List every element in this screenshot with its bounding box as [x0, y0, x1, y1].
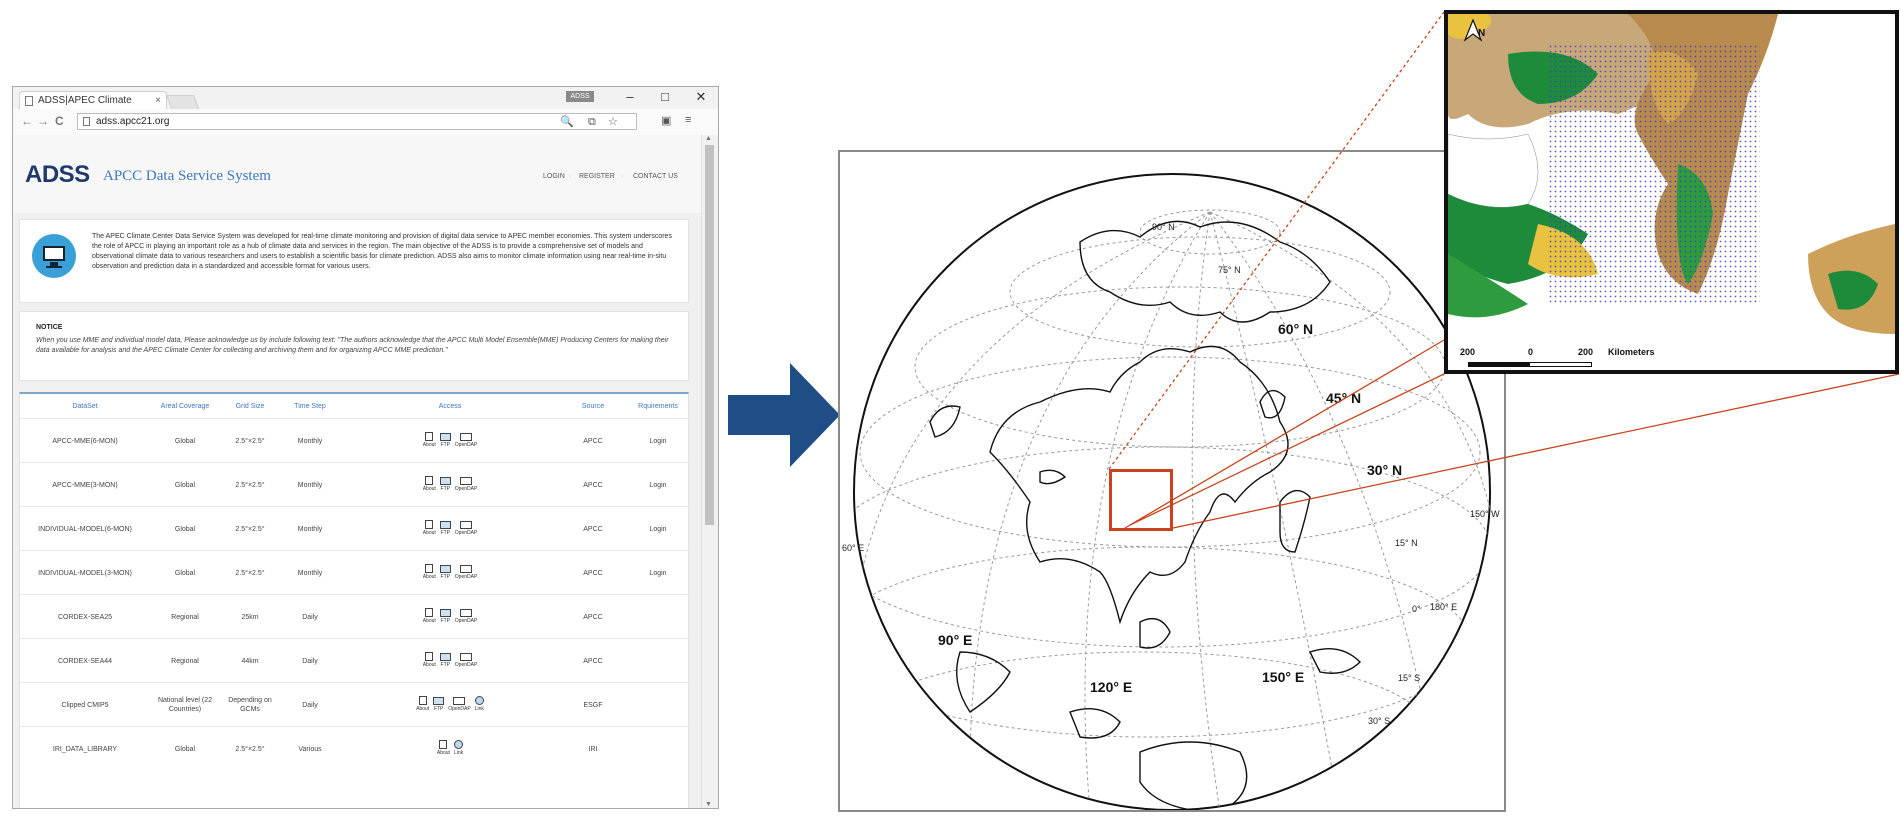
- korea-inset-map: N 200 0 200 Kilometers: [1444, 10, 1899, 374]
- scale-bar: [1468, 362, 1592, 367]
- scale-label-kilometers: Kilometers: [1608, 347, 1655, 357]
- scale-label-200-left: 200: [1460, 347, 1476, 357]
- scale-label-0: 0: [1528, 347, 1534, 357]
- scale-label-200-right: 200: [1578, 347, 1594, 357]
- north-label: N: [1478, 28, 1486, 39]
- elevation-map: [1448, 14, 1895, 370]
